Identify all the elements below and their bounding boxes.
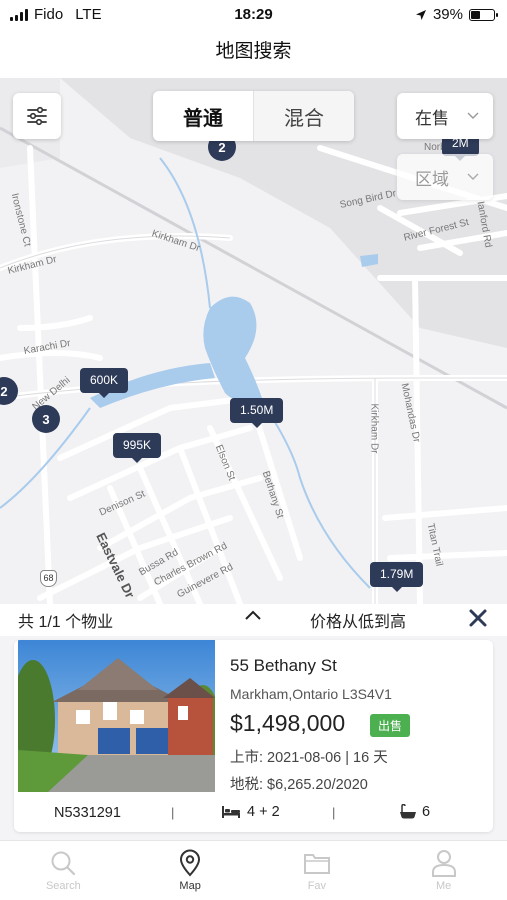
listing-photo[interactable]: [18, 640, 215, 792]
tab-fav[interactable]: Fav: [254, 841, 381, 900]
battery-icon: [469, 8, 498, 21]
price-pin[interactable]: 1.79M: [370, 562, 424, 592]
divider: |: [171, 805, 175, 820]
tab-label: Search: [45, 880, 81, 892]
bathrooms: 6: [399, 804, 430, 820]
highway-shield: 68: [40, 570, 57, 587]
listing-price: $1,498,000: [230, 710, 346, 736]
status-dropdown[interactable]: 在售: [397, 93, 493, 139]
tab-map[interactable]: Map: [127, 841, 254, 900]
tab-search[interactable]: Search: [0, 841, 127, 900]
listing-address: 55 Bethany St: [230, 656, 337, 675]
map-view[interactable]: Ironstone Ct Kirkham Dr Kirkham Dr Karac…: [0, 78, 507, 604]
divider: |: [332, 805, 336, 820]
street-label: Kirkham Dr: [368, 403, 380, 454]
filter-button[interactable]: [13, 93, 61, 139]
sort-selector[interactable]: 价格从低到高: [310, 608, 406, 632]
mls-number: N5331291: [54, 805, 121, 821]
tab-label: Map: [179, 880, 201, 892]
bedrooms: 4 + 2: [221, 804, 280, 820]
sliders-icon: [27, 106, 47, 126]
price-pin[interactable]: 1.50M: [230, 398, 284, 428]
tab-label: Me: [435, 880, 452, 892]
listing-tax: 地税: $6,265.20/2020: [230, 777, 368, 793]
folder-icon: [303, 854, 330, 874]
chevron-down-icon: [467, 112, 479, 119]
status-badge: 出售: [370, 714, 411, 737]
search-icon: [51, 851, 76, 876]
status-dropdown-value: 在售: [415, 108, 449, 128]
map-mode-toggle: 普通 混合: [153, 91, 354, 141]
status-bar: Fido LTE 18:29 39%: [0, 0, 507, 30]
results-header: 共 1/1 个物业 价格从低到高: [0, 604, 507, 636]
page-title: 地图搜索: [0, 30, 507, 78]
listing-city: Markham,Ontario L3S4V1: [230, 686, 392, 702]
battery-percent: 39%: [432, 6, 463, 23]
listing-cluster[interactable]: 3: [32, 405, 60, 433]
result-count: 共 1/1 个物业: [18, 614, 114, 631]
results-list: 55 Bethany St Markham,Ontario L3S4V1 $1,…: [0, 636, 507, 840]
map-mode-standard[interactable]: 普通: [153, 91, 253, 141]
close-icon[interactable]: [468, 608, 488, 628]
bedroom-count: 4 + 2: [247, 804, 280, 820]
tab-me[interactable]: Me: [380, 841, 507, 900]
chevron-down-icon: [467, 173, 479, 180]
chevron-up-icon[interactable]: [244, 609, 262, 621]
listing-card[interactable]: 55 Bethany St Markham,Ontario L3S4V1 $1,…: [14, 640, 493, 832]
area-dropdown[interactable]: 区域: [397, 154, 493, 200]
map-pin-icon: [180, 849, 201, 877]
bathtub-icon: [400, 804, 416, 819]
price-pin[interactable]: 600K: [80, 368, 129, 398]
area-dropdown-value: 区域: [415, 169, 449, 189]
price-pin[interactable]: 995K: [113, 433, 162, 463]
bathroom-count: 6: [422, 804, 431, 820]
tab-label: Fav: [307, 880, 327, 892]
person-icon: [431, 850, 456, 877]
tab-bar: Search Map Fav Me: [0, 840, 507, 900]
location-arrow-icon: [415, 9, 426, 20]
listing-date: 上市: 2021-08-06 | 16 天: [230, 750, 388, 766]
bed-icon: [222, 806, 240, 818]
map-mode-hybrid[interactable]: 混合: [253, 91, 354, 141]
